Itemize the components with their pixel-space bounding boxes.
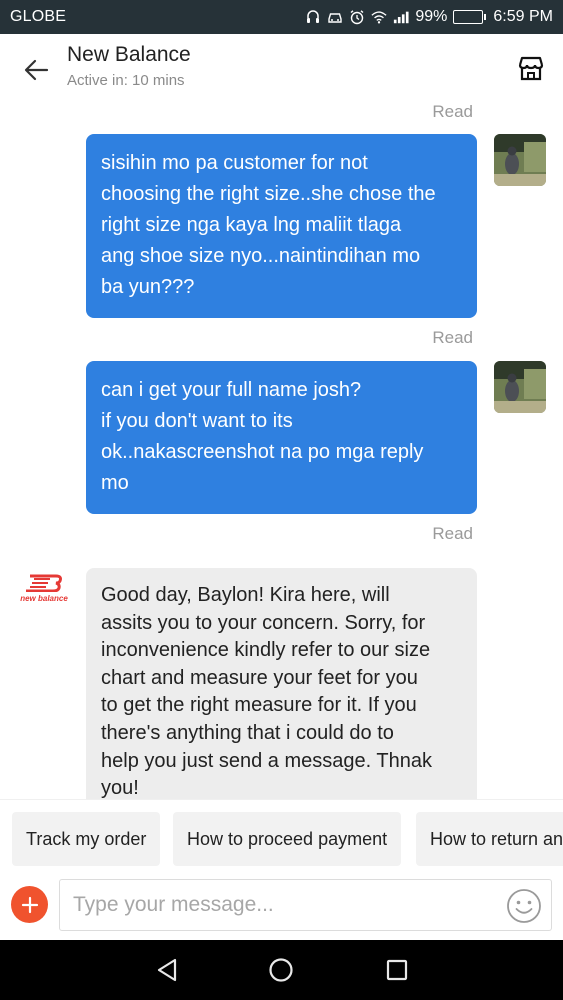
message-line: ok..nakascreenshot na po mga reply — [101, 441, 424, 463]
message-line: Good day, Baylon! Kira here, will — [101, 584, 390, 606]
outgoing-message[interactable]: can i get your full name josh? if you do… — [86, 361, 477, 514]
message-line: assits you to your concern. Sorry, for — [101, 611, 426, 634]
message-line: mo — [101, 472, 129, 494]
emoji-button[interactable] — [505, 887, 543, 925]
message-input[interactable] — [59, 879, 552, 931]
clock: 6:59 PM — [493, 8, 553, 25]
carrier-name: GLOBE — [10, 8, 67, 25]
headset-icon — [305, 9, 321, 25]
sender-logo-text: new balance — [20, 594, 68, 603]
home-circle-icon — [269, 958, 293, 982]
nav-back-button[interactable] — [153, 956, 181, 984]
outgoing-message[interactable]: sisihin mo pa customer for not choosing … — [86, 134, 477, 318]
back-triangle-icon — [157, 958, 177, 982]
chat-header: New Balance Active in: 10 mins — [0, 34, 563, 102]
message-line: sisihin mo pa customer for not — [101, 152, 368, 174]
add-attachment-button[interactable] — [11, 886, 48, 923]
system-navigation-bar — [0, 940, 563, 1000]
quick-reply-chip[interactable]: Track my order — [12, 812, 161, 866]
alarm-icon — [349, 9, 365, 25]
signal-icon — [393, 9, 409, 25]
message-line: ang shoe size nyo...naintindihan mo — [101, 245, 421, 267]
recents-square-icon — [386, 959, 408, 981]
store-icon — [518, 56, 544, 81]
message-line: chart and measure your feet for you — [101, 666, 418, 689]
message-composer — [0, 879, 563, 940]
battery-icon — [453, 10, 487, 24]
message-line: inconvenience kindly refer to our size — [101, 639, 431, 662]
quick-replies[interactable]: Track my order How to proceed payment Ho… — [0, 799, 563, 879]
status-icons: 99% 6:59 PM — [305, 8, 553, 26]
status-bar: GLOBE 99% 6:59 PM — [0, 0, 563, 34]
message-line: can i get your full name josh? — [101, 379, 362, 401]
back-button[interactable] — [18, 52, 54, 88]
avatar[interactable] — [494, 361, 546, 413]
message-line: to get the right measure for it. If you — [101, 694, 417, 717]
read-receipt: Read — [432, 102, 473, 121]
chat-title-block: New Balance Active in: 10 mins — [67, 43, 191, 89]
message-line: choosing the right size..she chose the — [101, 183, 436, 205]
message-line: right size nga kaya lng maliit tlaga — [101, 214, 402, 236]
nav-home-button[interactable] — [267, 956, 295, 984]
message-line: there's anything that i could do to — [101, 721, 394, 744]
plus-icon — [21, 896, 38, 913]
message-line: you! — [101, 777, 139, 799]
quick-reply-chip[interactable]: How to proceed payment — [173, 812, 402, 866]
new-balance-logo-icon — [26, 574, 62, 592]
emoji-icon — [507, 889, 541, 923]
sender-logo: new balance — [16, 574, 72, 610]
avatar[interactable] — [494, 134, 546, 186]
message-line: ba yun??? — [101, 276, 195, 298]
arrow-left-icon — [24, 59, 49, 81]
read-receipt: Read — [432, 524, 473, 543]
message-line: help you just send a message. Thnak — [101, 749, 432, 772]
message-list[interactable]: Read sisihin mo pa customer for not choo… — [0, 102, 563, 799]
read-receipt: Read — [432, 328, 473, 347]
incoming-message[interactable]: Good day, Baylon! Kira here, will assits… — [86, 568, 477, 799]
store-button[interactable] — [513, 50, 549, 86]
battery-percent: 99% — [415, 8, 448, 25]
wifi-icon — [371, 9, 387, 25]
chat-subtitle: Active in: 10 mins — [67, 72, 185, 89]
chat-title: New Balance — [67, 43, 191, 66]
car-icon — [327, 9, 343, 25]
message-line: if you don't want to its — [101, 410, 293, 432]
nav-recents-button[interactable] — [383, 956, 411, 984]
quick-reply-chip[interactable]: How to return an — [416, 812, 563, 866]
